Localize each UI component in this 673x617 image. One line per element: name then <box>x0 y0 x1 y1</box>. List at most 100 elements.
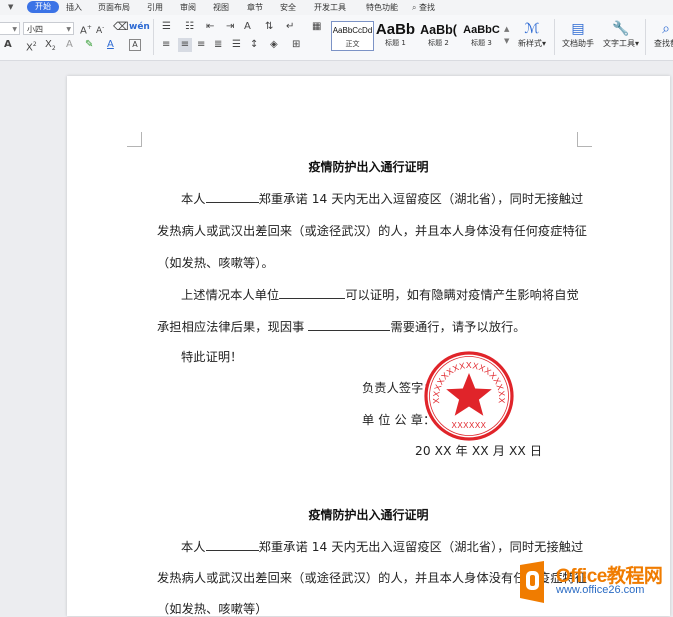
bold-icon[interactable]: A <box>4 39 12 51</box>
subscript-icon[interactable]: X2 <box>45 39 56 55</box>
red-seal-stamp: XXXXXXXXXXXXXXXXX XXXXXX <box>424 351 514 441</box>
justify-icon[interactable]: ≣ <box>214 39 222 51</box>
align-left-icon[interactable]: ≡ <box>162 39 170 51</box>
office-logo-icon <box>520 561 544 603</box>
doc-text: 需要通行，请予以放行。 <box>390 320 526 334</box>
style-heading1-preview: AaBb <box>375 21 416 38</box>
stamp-bottom-text: XXXXXX <box>451 421 486 430</box>
doc-paragraph-3-line-1: 本人 郑重承诺 14 天内无出入逗留疫区（湖北省），同时无接触过 <box>181 537 583 555</box>
text-tools-button[interactable]: 🔧 文字工具▾ <box>601 21 641 49</box>
style-heading1[interactable]: AaBb 标题 1 <box>374 21 417 51</box>
style-heading2[interactable]: AaBb( 标题 2 <box>417 21 460 51</box>
font-size-field[interactable]: 小四 ▼ <box>23 22 74 35</box>
tab-page-layout[interactable]: 页面布局 <box>98 0 130 15</box>
chinese-layout-icon[interactable]: A <box>244 21 251 33</box>
phonetic-icon[interactable]: wén <box>129 21 150 33</box>
clear-format-icon[interactable]: ⌫ <box>113 21 129 33</box>
ribbon: ▼ 小四 ▼ A+ A- ⌫ wén A X2 X2 A ✎ A A ☰ ☷ ⇤ … <box>0 15 673 61</box>
distributed-icon[interactable]: ☰ <box>232 39 241 51</box>
doc-paragraph-2-line-2: 承担相应法律后果，现因事 需要通行，请予以放行。 <box>157 317 526 335</box>
tab-security[interactable]: 安全 <box>280 0 296 15</box>
text-tools-label: 文字工具 <box>602 39 635 48</box>
outdent-icon[interactable]: ⇤ <box>206 21 214 33</box>
font-size-value: 小四 <box>27 25 43 34</box>
find-replace-label: 查找替 <box>654 39 673 48</box>
margin-corner-tl <box>127 132 142 147</box>
line-spacing-icon[interactable]: ↕ <box>250 39 258 51</box>
blank-name <box>205 191 259 203</box>
style-heading2-name: 标题 2 <box>428 39 449 47</box>
bullet-list-icon[interactable]: ☰ <box>162 21 171 33</box>
tab-chapter[interactable]: 章节 <box>247 0 263 15</box>
search-button[interactable]: ⌕ 查找 <box>412 0 435 15</box>
new-style-button[interactable]: ℳ 新样式▾ <box>515 21 549 49</box>
numbered-list-icon[interactable]: ☷ <box>185 21 194 33</box>
margin-corner-tr <box>577 132 592 147</box>
doc-helper-icon: ▤ <box>571 21 585 37</box>
shrink-font-icon[interactable]: A- <box>96 22 104 37</box>
tab-review[interactable]: 审阅 <box>180 0 196 15</box>
tab-references[interactable]: 引用 <box>147 0 163 15</box>
doc-date: 20 XX 年 XX 月 XX 日 <box>415 444 543 458</box>
doc-paragraph-3-line-3: （如发热、咳嗽等） <box>157 602 268 616</box>
tab-features[interactable]: 特色功能 <box>366 0 398 15</box>
align-center-icon[interactable]: ≡ <box>178 38 192 52</box>
style-heading3[interactable]: AaBbC 标题 3 <box>460 21 503 51</box>
doc-text: 郑重承诺 14 天内无出入逗留疫区（湖北省），同时无接触过 <box>258 540 584 554</box>
doc-title: 疫情防护出入通行证明 <box>308 160 429 174</box>
grow-font-icon[interactable]: A+ <box>80 22 92 37</box>
doc-text: 本人 <box>181 192 206 206</box>
indent-icon[interactable]: ⇥ <box>226 21 234 33</box>
align-right-icon[interactable]: ≡ <box>197 39 205 51</box>
style-heading3-preview: AaBbC <box>463 24 500 36</box>
sort-icon[interactable]: ⇅ <box>265 21 273 33</box>
style-heading2-preview: AaBb( <box>420 23 457 37</box>
blank-unit <box>279 287 346 299</box>
style-normal-preview: AaBbCcDd <box>332 26 373 35</box>
styles-scroll-icon[interactable]: ▲ ▼ <box>504 23 509 47</box>
doc-helper-button[interactable]: ▤ 文档助手 <box>561 21 595 49</box>
watermark-logo: Office教程网 www.office26.com <box>512 557 673 608</box>
wrench-icon: 🔧 <box>612 21 630 37</box>
font-color-icon[interactable]: A <box>107 39 114 51</box>
borders-icon[interactable]: ⊞ <box>292 39 300 51</box>
char-border-icon[interactable]: A <box>129 39 141 51</box>
style-normal-name: 正文 <box>345 40 360 48</box>
find-replace-button[interactable]: ⌕ 查找替 <box>651 21 673 49</box>
tab-insert[interactable]: 插入 <box>66 0 82 15</box>
doc-text: 可以证明，如有隐瞒对疫情产生影响将自觉 <box>345 288 579 302</box>
doc-title-2: 疫情防护出入通行证明 <box>308 508 429 522</box>
doc-text: 上述情况本人单位 <box>181 288 280 302</box>
menu-caret-icon[interactable]: ▼ <box>8 0 13 15</box>
show-marks-icon[interactable]: ↵ <box>286 21 294 33</box>
menu-bar: ▼ 开始 插入 页面布局 引用 审阅 视图 章节 安全 开发工具 特色功能 ⌕ … <box>0 0 673 15</box>
style-heading1-name: 标题 1 <box>385 39 406 47</box>
style-heading3-name: 标题 3 <box>471 39 492 47</box>
watermark-url: www.office26.com <box>556 584 645 596</box>
document-page[interactable]: 疫情防护出入通行证明 本人郑重承诺 14 天内无出入逗留疫区（湖北省），同时无接… <box>67 76 670 616</box>
table-icon[interactable]: ▦ <box>312 21 321 33</box>
doc-text: 承担相应法律后果，现因事 <box>157 320 305 334</box>
doc-text: 郑重承诺 14 天内无出入逗留疫区（湖北省），同时无接触过 <box>258 192 584 206</box>
search-icon: ⌕ <box>412 3 417 12</box>
new-style-label: 新样式 <box>517 39 542 48</box>
blank-reason <box>308 319 391 331</box>
shading-icon[interactable]: ◈ <box>270 39 278 51</box>
tab-view[interactable]: 视图 <box>213 0 229 15</box>
style-normal[interactable]: AaBbCcDd 正文 <box>331 21 374 51</box>
search-label: 查找 <box>419 3 436 12</box>
text-effect-icon[interactable]: A <box>66 39 73 51</box>
doc-paragraph-1-line-1: 本人 郑重承诺 14 天内无出入逗留疫区（湖北省），同时无接触过 <box>181 189 583 207</box>
stamp-star-icon <box>446 373 492 416</box>
blank-name-2 <box>205 539 259 551</box>
tab-developer[interactable]: 开发工具 <box>314 0 346 15</box>
doc-paragraph-2-line-1: 上述情况本人单位 可以证明，如有隐瞒对疫情产生影响将自觉 <box>181 285 579 303</box>
doc-closing: 特此证明！ <box>181 350 243 364</box>
doc-paragraph-1-line-2: 发热病人或武汉出差回来（或途径武汉）的人，并且本人身体没有任何疫症特征 <box>157 224 588 238</box>
superscript-icon[interactable]: X2 <box>26 39 37 54</box>
find-replace-icon: ⌕ <box>662 21 670 37</box>
new-style-icon: ℳ <box>524 21 540 37</box>
font-name-field[interactable]: ▼ <box>0 22 20 35</box>
highlight-icon[interactable]: ✎ <box>85 39 93 51</box>
tab-home[interactable]: 开始 <box>27 1 59 13</box>
